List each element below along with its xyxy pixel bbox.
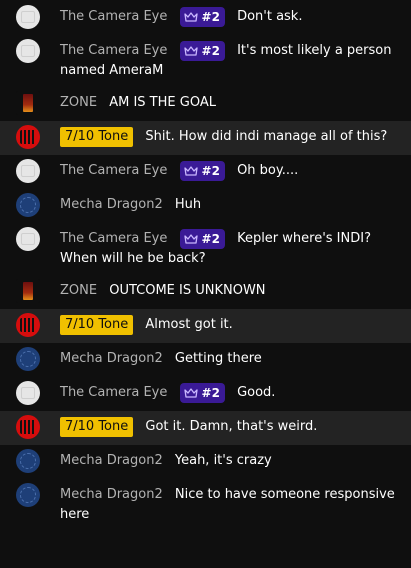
message-text: OUTCOME IS UNKNOWN (109, 283, 266, 298)
author-name[interactable]: The Camera Eye (60, 163, 167, 178)
message-content: The Camera Eye #2 Oh boy.... (60, 161, 397, 181)
message-content: Mecha Dragon2 Yeah, it's crazy (60, 451, 397, 471)
message-text: AM IS THE GOAL (109, 95, 216, 110)
channel-avatar-icon[interactable] (16, 415, 40, 439)
message-text: Yeah, it's crazy (174, 453, 272, 468)
chat-message: Mecha Dragon2 Huh (0, 189, 411, 223)
chat-message: ZONE AM IS THE GOAL (0, 87, 411, 121)
author-name[interactable]: The Camera Eye (60, 9, 167, 24)
live-chat-feed: The Camera Eye #2 Don't ask. The Camera … (0, 0, 411, 568)
author-name[interactable]: Mecha Dragon2 (60, 487, 163, 502)
rank-badge: #2 (179, 383, 225, 403)
rank-badge: #2 (179, 7, 225, 27)
author-name[interactable]: ZONE (60, 95, 97, 110)
message-text: Oh boy.... (237, 163, 299, 178)
channel-avatar-icon[interactable] (16, 125, 40, 149)
crown-icon (183, 233, 198, 244)
user-avatar[interactable] (16, 483, 40, 507)
message-content: The Camera Eye #2 It's most likely a per… (60, 41, 397, 81)
chat-message: Mecha Dragon2 Yeah, it's crazy (0, 445, 411, 479)
author-name[interactable]: The Camera Eye (60, 385, 167, 400)
message-text: Huh (174, 197, 202, 212)
author-name[interactable]: The Camera Eye (60, 43, 167, 58)
chat-message: Mecha Dragon2 Getting there (0, 343, 411, 377)
chat-message: 7/10 Tone Almost got it. (0, 309, 411, 343)
message-text: Getting there (174, 351, 262, 366)
chat-message: 7/10 Tone Got it. Damn, that's weird. (0, 411, 411, 445)
channel-avatar-icon[interactable] (16, 313, 40, 337)
author-name[interactable]: Mecha Dragon2 (60, 351, 163, 366)
user-avatar[interactable] (16, 159, 40, 183)
user-avatar[interactable] (16, 449, 40, 473)
user-avatar[interactable] (16, 227, 40, 251)
message-content: 7/10 Tone Almost got it. (60, 315, 397, 335)
message-content: The Camera Eye #2 Kepler where's INDI? W… (60, 229, 397, 269)
chat-message: 7/10 Tone Shit. How did indi manage all … (0, 121, 411, 155)
message-content: Mecha Dragon2 Huh (60, 195, 397, 215)
message-content: The Camera Eye #2 Don't ask. (60, 7, 397, 27)
author-name[interactable]: Mecha Dragon2 (60, 197, 163, 212)
user-avatar[interactable] (16, 91, 40, 115)
author-name[interactable]: Mecha Dragon2 (60, 453, 163, 468)
message-text: Good. (237, 385, 276, 400)
rank-badge: #2 (179, 229, 225, 249)
user-avatar[interactable] (16, 193, 40, 217)
message-content: ZONE OUTCOME IS UNKNOWN (60, 281, 397, 301)
message-text: Don't ask. (237, 9, 303, 24)
chat-message: The Camera Eye #2 Oh boy.... (0, 155, 411, 189)
message-content: 7/10 Tone Shit. How did indi manage all … (60, 127, 397, 147)
chat-message: The Camera Eye #2 Kepler where's INDI? W… (0, 223, 411, 275)
message-text: Shit. How did indi manage all of this? (145, 129, 388, 144)
crown-icon (183, 11, 198, 22)
crown-icon (183, 165, 198, 176)
message-content: Mecha Dragon2 Getting there (60, 349, 397, 369)
chat-message: The Camera Eye #2 It's most likely a per… (0, 35, 411, 87)
user-avatar[interactable] (16, 5, 40, 29)
crown-icon (183, 45, 198, 56)
user-avatar[interactable] (16, 279, 40, 303)
user-avatar[interactable] (16, 39, 40, 63)
chat-message: The Camera Eye #2 Don't ask. (0, 1, 411, 35)
tone-badge: 7/10 Tone (60, 417, 134, 437)
rank-badge: #2 (179, 161, 225, 181)
author-name[interactable]: The Camera Eye (60, 231, 167, 246)
chat-message: The Camera Eye #2 Good. (0, 377, 411, 411)
chat-message: ZONE OUTCOME IS UNKNOWN (0, 275, 411, 309)
message-content: Mecha Dragon2 Nice to have someone respo… (60, 485, 397, 525)
message-text: Almost got it. (145, 317, 233, 332)
tone-badge: 7/10 Tone (60, 315, 134, 335)
rank-badge: #2 (179, 41, 225, 61)
author-name[interactable]: ZONE (60, 283, 97, 298)
message-content: ZONE AM IS THE GOAL (60, 93, 397, 113)
user-avatar[interactable] (16, 381, 40, 405)
message-content: 7/10 Tone Got it. Damn, that's weird. (60, 417, 397, 437)
tone-badge: 7/10 Tone (60, 127, 134, 147)
chat-message: Mecha Dragon2 Nice to have someone respo… (0, 479, 411, 531)
crown-icon (183, 387, 198, 398)
message-content: The Camera Eye #2 Good. (60, 383, 397, 403)
message-text: Got it. Damn, that's weird. (145, 419, 318, 434)
user-avatar[interactable] (16, 347, 40, 371)
